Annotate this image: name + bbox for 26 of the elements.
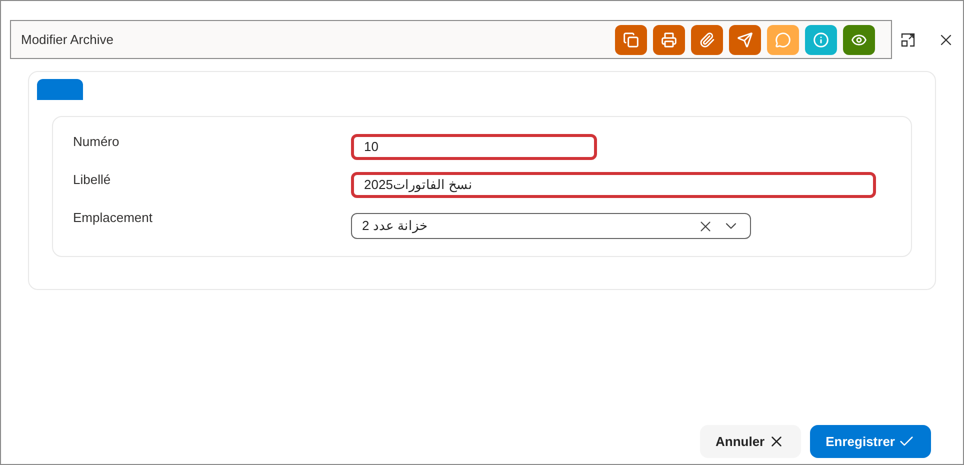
cancel-button[interactable]: Annuler	[700, 425, 801, 458]
select-field[interactable]: خزانة عدد 2	[351, 213, 751, 239]
toolbar-button[interactable]	[691, 24, 723, 54]
input-field[interactable]: نسخ الفاتورات2025	[351, 172, 876, 198]
field-value: 10	[364, 138, 380, 156]
field-label: Libellé	[73, 171, 112, 189]
field-label: Emplacement	[73, 209, 154, 227]
save-button[interactable]: Enregistrer	[810, 425, 931, 458]
toolbar-button[interactable]	[843, 24, 875, 54]
info-icon	[813, 32, 829, 48]
toolbar-button[interactable]	[653, 24, 685, 54]
send-icon	[737, 32, 753, 48]
speech-bubble-icon	[775, 32, 791, 48]
printer-icon	[661, 32, 677, 48]
field-value: خزانة عدد 2	[362, 217, 428, 236]
copy-icon	[623, 32, 639, 48]
field-label: Numéro	[73, 133, 120, 151]
eye-icon	[851, 32, 867, 48]
toolbar-button[interactable]	[615, 24, 647, 54]
paperclip-icon	[699, 32, 715, 48]
window-title: Modifier Archive	[21, 30, 114, 49]
expand-icon[interactable]	[900, 32, 916, 48]
toolbar-button[interactable]	[805, 24, 837, 54]
toolbar-button[interactable]	[729, 24, 761, 54]
field-value: نسخ الفاتورات2025	[364, 176, 474, 194]
input-field[interactable]: 10	[351, 134, 597, 160]
